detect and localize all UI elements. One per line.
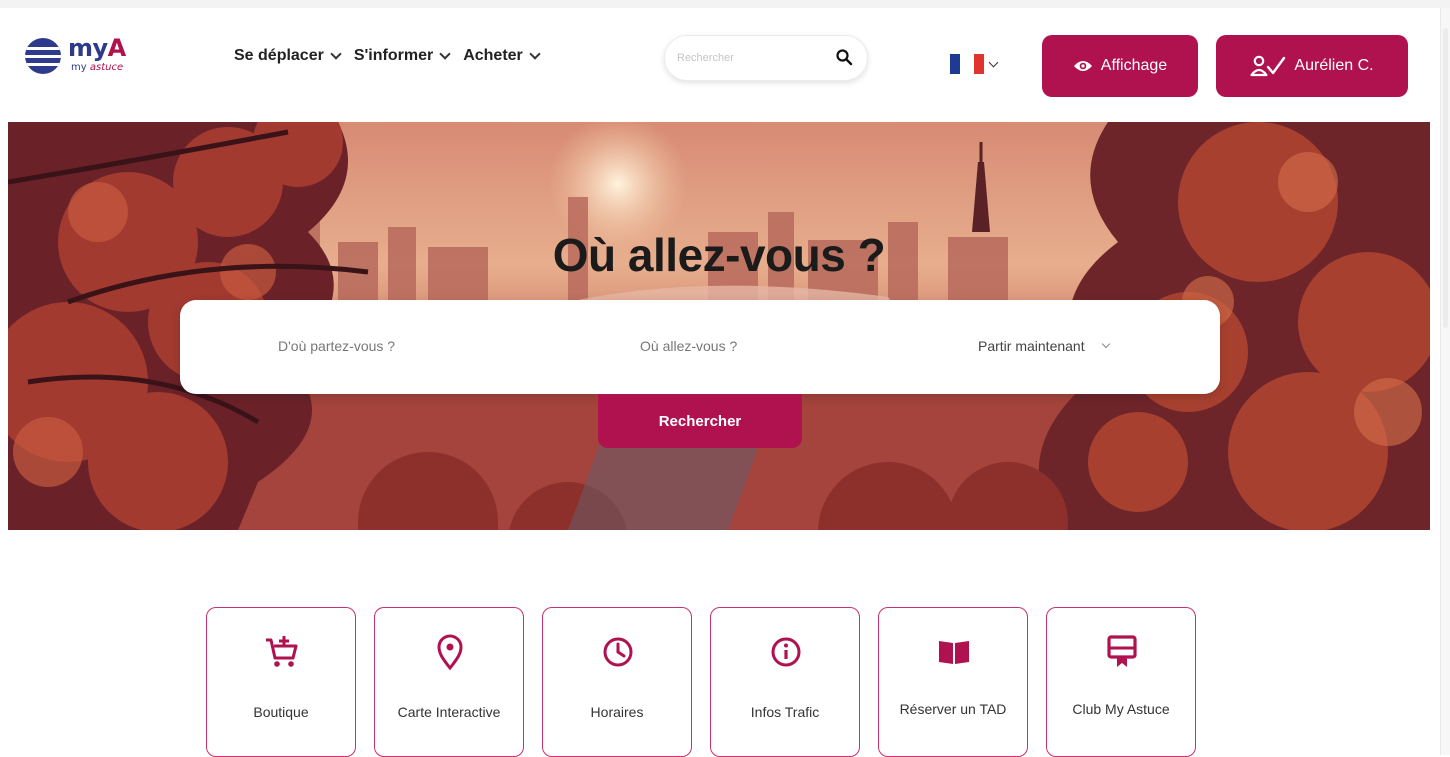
tile-label: Club My Astuce	[1072, 701, 1170, 717]
membership-card-icon	[1107, 635, 1137, 667]
quick-access-tiles: Boutique Carte Interactive Horaires Info…	[206, 607, 1196, 757]
chevron-down-icon	[330, 47, 342, 60]
nav-label: Se déplacer	[234, 47, 324, 64]
book-icon	[939, 641, 969, 664]
tile-label: Carte Interactive	[397, 704, 501, 720]
tile-label: Infos Trafic	[750, 704, 820, 720]
chevron-down-icon	[529, 47, 541, 60]
nav-item-se-deplacer[interactable]: Se déplacer	[234, 47, 342, 65]
browser-top-edge	[0, 0, 1450, 8]
nav-item-s-informer[interactable]: S'informer	[353, 47, 451, 65]
language-selector[interactable]	[950, 54, 999, 74]
tile-club-my-astuce[interactable]: Club My Astuce	[1046, 607, 1196, 757]
logo-wordmark: myA	[68, 34, 126, 62]
clock-icon	[603, 637, 633, 667]
tile-horaires[interactable]: Horaires	[542, 607, 692, 757]
tile-label: Réserver un TAD	[899, 701, 1007, 717]
globe-logo-icon	[25, 38, 61, 74]
logo[interactable]: myA my astuce	[22, 34, 142, 82]
tile-label: Horaires	[590, 704, 644, 720]
search-route-button[interactable]: Rechercher	[598, 394, 802, 448]
info-icon	[771, 637, 801, 667]
eye-icon	[1073, 61, 1092, 71]
logo-subtitle: my astuce	[71, 62, 124, 73]
scrollbar-thumb[interactable]	[1443, 28, 1448, 328]
nav-label: Acheter	[463, 47, 523, 64]
main-nav: Se déplacer S'informer Acheter	[234, 47, 541, 65]
page-scrollbar[interactable]	[1440, 8, 1450, 755]
site-header: myA my astuce Se déplacer S'informer Ach…	[0, 8, 1440, 97]
chevron-down-icon	[988, 57, 999, 67]
user-account-button[interactable]: Aurélien C.	[1216, 35, 1408, 97]
nav-label: S'informer	[353, 47, 434, 64]
display-settings-button[interactable]: Affichage	[1042, 35, 1198, 97]
french-flag-icon	[950, 54, 984, 74]
tile-infos-trafic[interactable]: Infos Trafic	[710, 607, 860, 757]
map-pin-icon	[437, 634, 463, 671]
journey-planner: D'où partez-vous ? Où allez-vous ? Parti…	[180, 300, 1220, 394]
departure-input[interactable]: D'où partez-vous ?	[278, 338, 395, 354]
tile-label: Boutique	[253, 704, 309, 720]
chevron-down-icon	[1101, 339, 1110, 349]
cart-plus-icon	[266, 636, 298, 667]
departure-time-select[interactable]: Partir maintenant	[978, 338, 1110, 354]
destination-input[interactable]: Où allez-vous ?	[640, 338, 737, 354]
user-name: Aurélien C.	[1294, 57, 1374, 74]
hero-title: Où allez-vous ?	[552, 229, 886, 281]
search-icon[interactable]	[835, 48, 853, 66]
user-check-icon	[1250, 55, 1286, 77]
site-search	[664, 35, 868, 81]
tile-boutique[interactable]: Boutique	[206, 607, 356, 757]
chevron-down-icon	[439, 47, 451, 60]
nav-item-acheter[interactable]: Acheter	[463, 47, 541, 65]
tile-carte-interactive[interactable]: Carte Interactive	[374, 607, 524, 757]
tile-reserver-tad[interactable]: Réserver un TAD	[878, 607, 1028, 757]
search-input[interactable]	[677, 48, 827, 68]
departure-time-label: Partir maintenant	[978, 338, 1085, 354]
display-settings-label: Affichage	[1100, 57, 1168, 74]
